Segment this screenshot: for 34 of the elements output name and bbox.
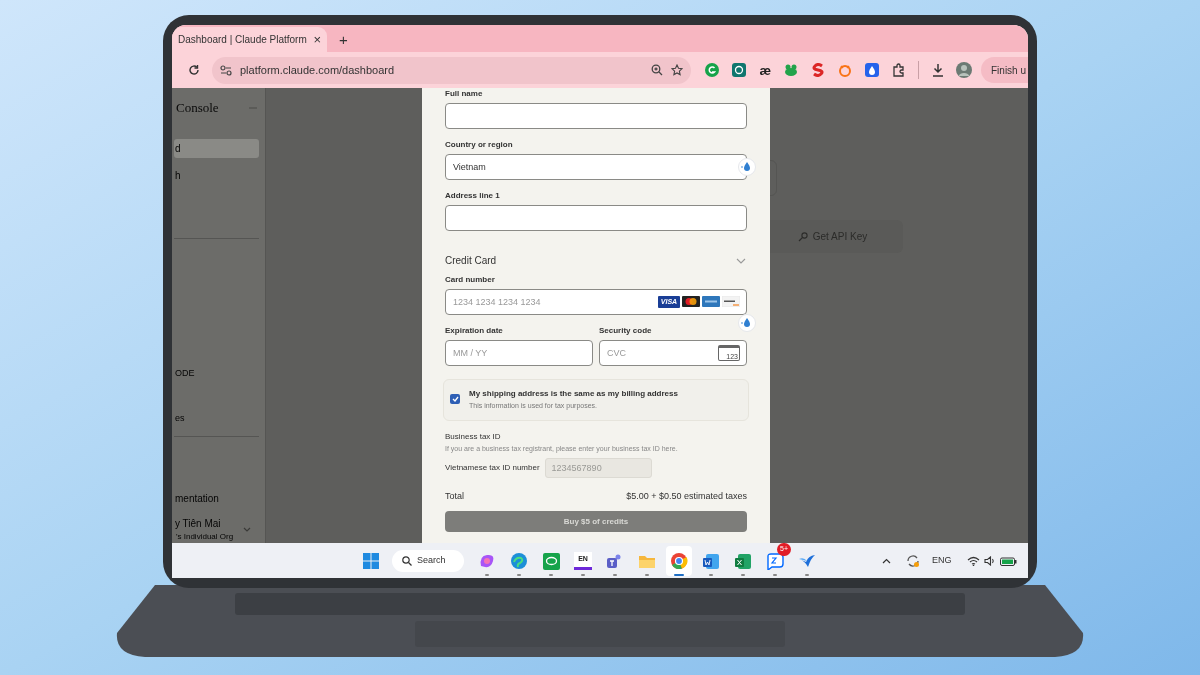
- tab-title: Dashboard | Claude Platform: [178, 33, 307, 47]
- sidebar-item[interactable]: d: [174, 138, 259, 158]
- field-label: Address line 1: [445, 190, 501, 202]
- field-label: Security code: [599, 325, 653, 337]
- organization-name: 's Individual Org: [175, 530, 234, 543]
- address-bar[interactable]: platform.claude.com/dashboard: [212, 56, 692, 84]
- url-text: platform.claude.com/dashboard: [240, 62, 396, 78]
- sidebar-item[interactable]: es: [174, 412, 185, 426]
- search-box[interactable]: Search: [392, 550, 464, 572]
- sidebar-item[interactable]: h: [174, 165, 259, 185]
- checkbox-label: My shipping address is the same as my billing address: [469, 388, 678, 400]
- section-heading: Business tax ID: [445, 431, 502, 443]
- field-label: Full name: [445, 88, 484, 100]
- field-label: Expiration date: [445, 325, 504, 337]
- payment-method-header[interactable]: Credit Card: [445, 253, 747, 268]
- user-name: y Tiên Mai: [174, 516, 222, 531]
- sidebar-item[interactable]: ODE: [174, 366, 195, 380]
- close-tab-button[interactable]: ×: [313, 33, 321, 46]
- field-label: Card number: [445, 274, 496, 286]
- browser-tab[interactable]: Dashboard | Claude Platform ×: [172, 27, 327, 52]
- total-amount: $5.00 + $0.50 estimated taxes: [626, 489, 747, 503]
- console-title: Console: [176, 99, 219, 117]
- extension-icon[interactable]: æ: [759, 63, 771, 77]
- field-label: Vietnamese tax ID number: [445, 461, 540, 474]
- new-tab-button[interactable]: +: [339, 32, 348, 47]
- tax-id-field[interactable]: 1234567890: [544, 457, 652, 478]
- total-label: Total: [445, 489, 464, 503]
- profile-button[interactable]: Finish u: [981, 57, 1028, 83]
- input-field[interactable]: MM / YY: [445, 340, 593, 366]
- documentation-link[interactable]: mentation: [174, 490, 219, 506]
- input-language-indicator[interactable]: ENG: [932, 554, 952, 568]
- user-menu[interactable]: y Tiên Mai 's Individual Org: [174, 515, 265, 543]
- field-label: Country or region: [445, 139, 514, 151]
- input-field[interactable]: Vietnam: [445, 154, 747, 180]
